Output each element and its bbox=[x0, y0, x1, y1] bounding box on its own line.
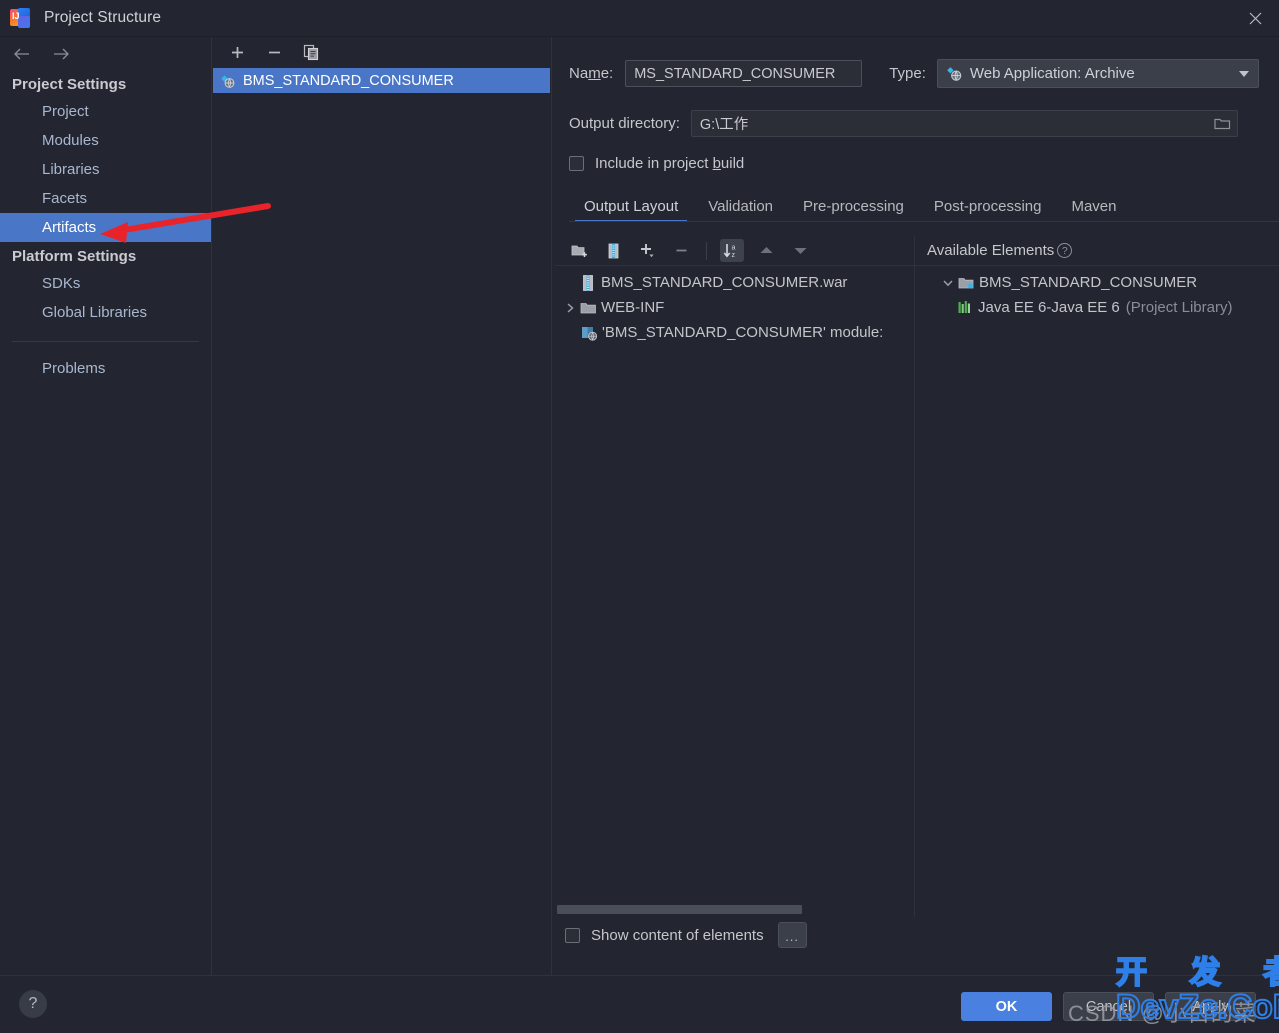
name-type-row: Name: Type: Web Application: Archive bbox=[553, 59, 1279, 88]
available-elements-column: Available Elements ? BMS_STANDARD_CONSUM… bbox=[915, 236, 1279, 917]
tree-node[interactable]: BMS_STANDARD_CONSUMER.war bbox=[555, 270, 914, 295]
cancel-button[interactable]: Cancel bbox=[1063, 992, 1154, 1021]
sort-alphabetically-icon[interactable]: a z bbox=[720, 239, 744, 262]
add-directory-icon[interactable] bbox=[567, 239, 591, 262]
folder-icon bbox=[578, 301, 598, 315]
copy-icon[interactable] bbox=[300, 42, 322, 64]
scrollbar-thumb[interactable] bbox=[557, 904, 802, 914]
tree-node-label: BMS_STANDARD_CONSUMER bbox=[979, 274, 1198, 291]
web-archive-icon bbox=[946, 65, 963, 82]
available-elements-header: Available Elements ? bbox=[915, 236, 1279, 266]
sidebar-item-project[interactable]: Project bbox=[0, 97, 211, 126]
tab-output-layout[interactable]: Output Layout bbox=[569, 198, 693, 222]
chevron-down-icon[interactable] bbox=[939, 278, 956, 288]
folder-browse-icon[interactable] bbox=[1209, 110, 1237, 137]
output-directory-input[interactable] bbox=[690, 110, 1238, 137]
question-mark-icon[interactable]: ? bbox=[1057, 243, 1073, 258]
name-label: Name: bbox=[569, 65, 614, 82]
plus-dropdown-icon[interactable] bbox=[635, 239, 659, 262]
minus-icon[interactable] bbox=[263, 42, 285, 64]
sidebar-item-facets[interactable]: Facets bbox=[0, 184, 211, 213]
tree-node-sublabel: (Project Library) bbox=[1125, 299, 1233, 316]
sidebar-group-platform-settings: Platform Settings bbox=[12, 248, 137, 265]
svg-text:z: z bbox=[732, 252, 736, 259]
sidebar-item-modules[interactable]: Modules bbox=[0, 126, 211, 155]
move-up-icon[interactable] bbox=[754, 239, 778, 262]
chevron-down-icon bbox=[1238, 70, 1249, 77]
module-output-icon bbox=[579, 325, 599, 341]
tree-node-label: BMS_STANDARD_CONSUMER.war bbox=[601, 274, 848, 291]
project-structure-dialog: IJ Project Structure Project Settings Pr… bbox=[0, 0, 1279, 1033]
minus-icon[interactable] bbox=[669, 239, 693, 262]
detail-tabs: Output Layout Validation Pre-processing … bbox=[553, 190, 1279, 222]
output-directory-label: Output directory: bbox=[569, 115, 680, 132]
available-elements-title: Available Elements bbox=[927, 242, 1055, 259]
plus-icon[interactable] bbox=[226, 42, 248, 64]
output-directory-row: Output directory: bbox=[553, 110, 1279, 137]
include-in-build-label: Include in project build bbox=[595, 155, 745, 172]
output-layout-tree[interactable]: BMS_STANDARD_CONSUMER.war WEB-INF 'BMS_S… bbox=[555, 266, 914, 901]
tab-pre-processing[interactable]: Pre-processing bbox=[788, 198, 919, 222]
sidebar-item-sdks[interactable]: SDKs bbox=[0, 269, 211, 298]
archive-icon bbox=[578, 274, 598, 291]
tab-validation[interactable]: Validation bbox=[693, 198, 788, 222]
tree-node-label: 'BMS_STANDARD_CONSUMER' module: bbox=[602, 324, 884, 341]
sidebar: Project Settings Project Modules Librari… bbox=[0, 37, 212, 975]
artifact-toolbar bbox=[212, 37, 551, 68]
output-layout-toolbar: a z bbox=[555, 236, 914, 266]
type-label: Type: bbox=[889, 65, 926, 82]
tree-node-label: Java EE 6-Java EE 6 bbox=[978, 299, 1120, 316]
horizontal-scrollbar[interactable] bbox=[555, 901, 914, 917]
ok-button[interactable]: OK bbox=[961, 992, 1052, 1021]
tab-maven[interactable]: Maven bbox=[1056, 198, 1131, 222]
show-content-row: Show content of elements ... bbox=[555, 917, 1279, 953]
module-icon bbox=[956, 276, 976, 290]
show-content-checkbox[interactable] bbox=[565, 927, 580, 943]
close-icon[interactable] bbox=[1231, 0, 1279, 36]
artifact-war-icon bbox=[220, 73, 236, 89]
svg-text:a: a bbox=[732, 245, 736, 252]
list-item[interactable]: BMS_STANDARD_CONSUMER bbox=[213, 68, 550, 93]
sidebar-item-libraries[interactable]: Libraries bbox=[0, 155, 211, 184]
toolbar-divider bbox=[706, 241, 707, 260]
library-icon bbox=[955, 300, 975, 315]
tree-node[interactable]: WEB-INF bbox=[555, 295, 914, 320]
chevron-right-icon[interactable] bbox=[561, 302, 578, 314]
sidebar-divider bbox=[12, 341, 199, 342]
intellij-idea-icon: IJ bbox=[10, 8, 30, 28]
include-in-build-checkbox[interactable] bbox=[569, 156, 584, 171]
output-layout-body: a z BMS_STANDARD_CONSUMER.war WEB-INF 'B… bbox=[553, 236, 1279, 917]
show-content-label: Show content of elements bbox=[591, 926, 764, 944]
title-bar: IJ Project Structure bbox=[0, 0, 1279, 37]
arrow-left-icon[interactable] bbox=[10, 43, 32, 65]
apply-button[interactable]: Apply bbox=[1165, 992, 1256, 1021]
arrow-right-icon[interactable] bbox=[50, 43, 72, 65]
list-item-label: BMS_STANDARD_CONSUMER bbox=[243, 72, 454, 89]
include-in-build-row: Include in project build bbox=[553, 155, 1279, 172]
tree-node[interactable]: Java EE 6-Java EE 6 (Project Library) bbox=[915, 295, 1279, 320]
artifact-list-pane: BMS_STANDARD_CONSUMER bbox=[212, 37, 552, 975]
name-input[interactable] bbox=[625, 60, 863, 87]
more-options-button[interactable]: ... bbox=[777, 922, 807, 948]
output-layout-column: a z BMS_STANDARD_CONSUMER.war WEB-INF 'B… bbox=[555, 236, 915, 917]
sidebar-item-global-libraries[interactable]: Global Libraries bbox=[0, 298, 211, 327]
sidebar-item-artifacts[interactable]: Artifacts bbox=[0, 213, 211, 242]
nav-arrows bbox=[0, 37, 211, 70]
type-dropdown[interactable]: Web Application: Archive bbox=[936, 59, 1259, 88]
tree-node-label: WEB-INF bbox=[601, 299, 665, 316]
dialog-footer: ? OK Cancel Apply bbox=[0, 975, 1279, 1033]
help-button[interactable]: ? bbox=[19, 990, 47, 1018]
sidebar-item-problems[interactable]: Problems bbox=[0, 354, 211, 383]
tree-node[interactable]: 'BMS_STANDARD_CONSUMER' module: bbox=[555, 320, 914, 345]
add-archive-icon[interactable] bbox=[601, 239, 625, 262]
window-title: Project Structure bbox=[44, 9, 162, 26]
sidebar-group-project-settings: Project Settings bbox=[12, 76, 127, 93]
type-value: Web Application: Archive bbox=[969, 65, 1135, 82]
scrollbar-track[interactable] bbox=[557, 904, 912, 914]
artifact-detail-pane: Name: Type: Web Application: Archive Out… bbox=[553, 37, 1279, 975]
available-elements-tree[interactable]: BMS_STANDARD_CONSUMER Java EE 6-Java EE … bbox=[915, 266, 1279, 917]
tab-post-processing[interactable]: Post-processing bbox=[919, 198, 1057, 222]
tree-node[interactable]: BMS_STANDARD_CONSUMER bbox=[915, 270, 1279, 295]
move-down-icon[interactable] bbox=[788, 239, 812, 262]
